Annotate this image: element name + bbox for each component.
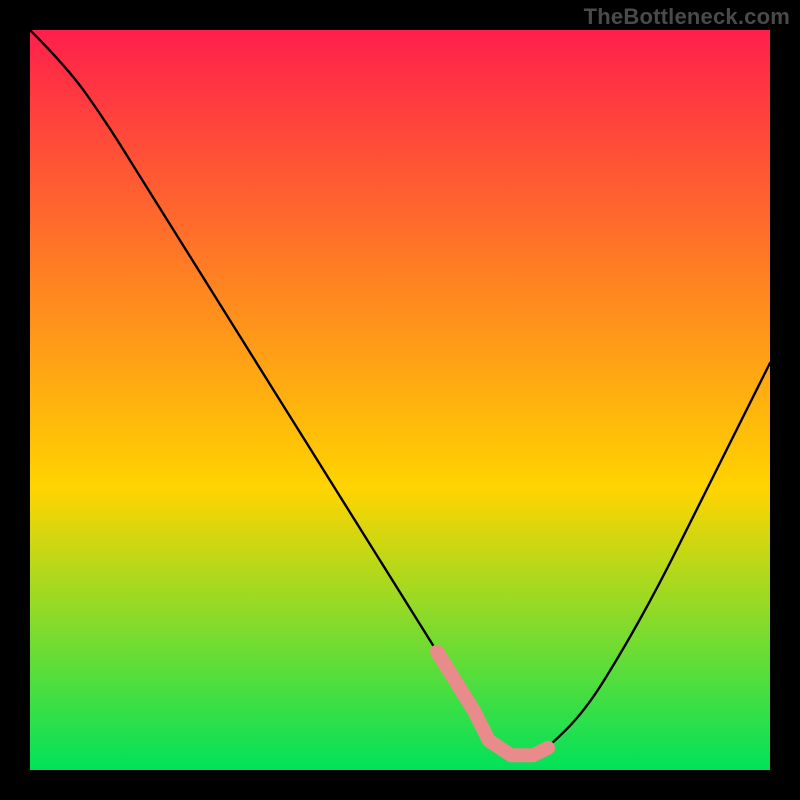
gradient-background [30,30,770,770]
plot-area [30,30,770,770]
chart-frame: TheBottleneck.com [0,0,800,800]
watermark-text: TheBottleneck.com [584,4,790,30]
bottleneck-chart [30,30,770,770]
